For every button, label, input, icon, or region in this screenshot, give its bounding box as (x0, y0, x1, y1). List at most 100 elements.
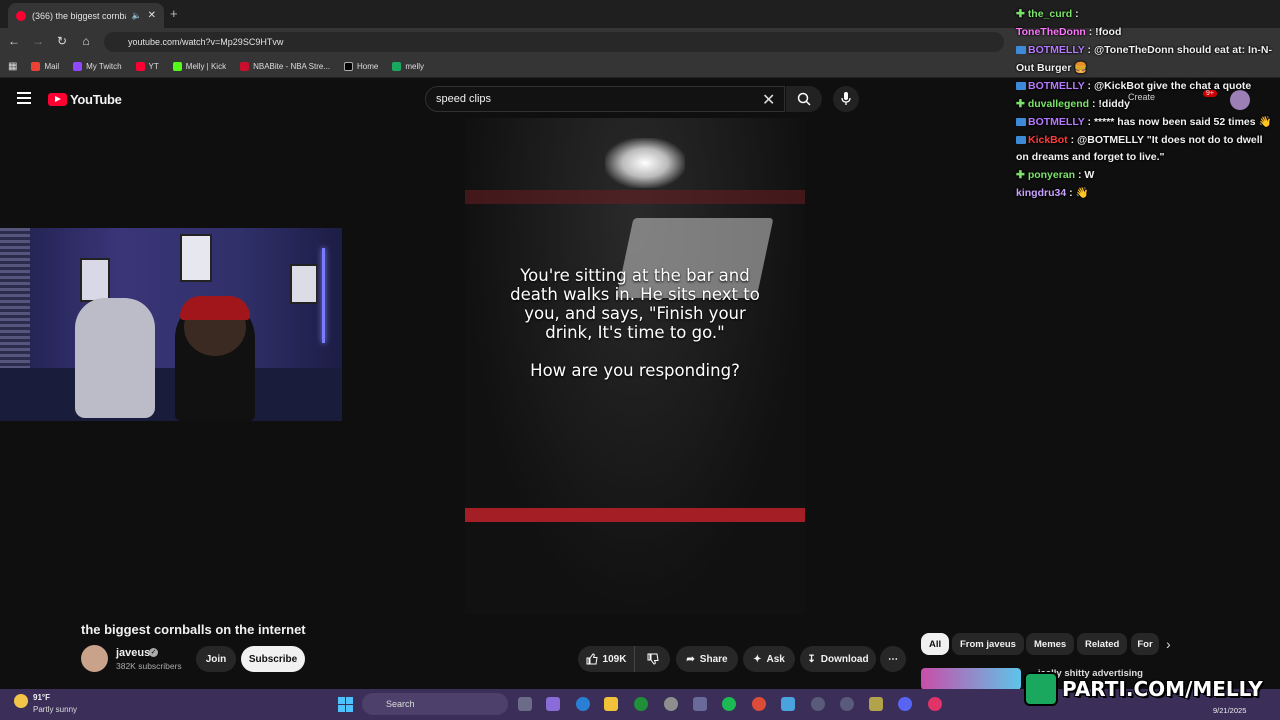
address-bar[interactable]: youtube.com/watch?v=Mp29SC9HTvw (104, 32, 1004, 52)
store-icon[interactable] (693, 697, 707, 711)
chat-username[interactable]: BOTMELLY (1028, 80, 1085, 92)
file-explorer-icon[interactable] (604, 697, 618, 711)
chip-for-you[interactable]: For (1131, 633, 1159, 655)
wall-poster (80, 258, 110, 302)
new-tab-button[interactable]: + (170, 6, 178, 21)
search-button[interactable] (786, 86, 822, 112)
media-player-icon[interactable] (811, 697, 825, 711)
bookmark-mail[interactable]: Mail (31, 62, 59, 71)
chip-from-channel[interactable]: From javeus (952, 633, 1024, 655)
plus-badge-icon: ✚ (1016, 169, 1025, 181)
voice-search-button[interactable] (833, 86, 859, 112)
chevron-right-icon[interactable]: › (1166, 636, 1171, 652)
taskbar-search[interactable]: Search (362, 693, 508, 715)
chat-username[interactable]: BOTMELLY (1028, 44, 1085, 56)
bot-badge-icon (1016, 46, 1026, 55)
weather-temperature: 91°F (33, 693, 50, 702)
chip-memes[interactable]: Memes (1026, 633, 1075, 655)
task-view-icon[interactable] (518, 697, 532, 711)
download-icon: ↧ (807, 653, 816, 665)
bot-badge-icon (1016, 81, 1026, 90)
chat-text: W (1084, 169, 1095, 181)
verified-icon: ✓ (149, 648, 158, 657)
chat-username[interactable]: the_curd (1028, 8, 1072, 20)
chip-related[interactable]: Related (1077, 633, 1128, 655)
tab-title: (366) the biggest cornballs (32, 10, 126, 21)
chat-username[interactable]: ToneTheDonn (1016, 26, 1086, 38)
app-icon[interactable] (869, 697, 883, 711)
close-tab-icon[interactable]: ✕ (148, 10, 156, 21)
speaker-icon[interactable]: 🔈 (132, 11, 142, 20)
ad-thumbnail[interactable] (921, 668, 1021, 690)
like-button[interactable]: 109K (578, 646, 634, 672)
forward-icon[interactable]: → (30, 34, 46, 48)
youtube-play-icon (48, 93, 67, 106)
dislike-button[interactable] (634, 646, 670, 672)
chat-message: ✚ duvallegend : !diddy (1016, 96, 1278, 114)
chrome-icon[interactable] (752, 697, 766, 711)
bookmark-home[interactable]: Home (344, 62, 378, 71)
subscribe-button[interactable]: Subscribe (241, 646, 305, 672)
gmail-icon (31, 62, 41, 71)
chat-username[interactable]: ponyeran (1028, 169, 1075, 181)
bookmark-nbabite[interactable]: NBABite - NBA Stre... (240, 62, 330, 71)
plus-badge-icon: ✚ (1016, 97, 1025, 110)
chat-separator: : (1085, 26, 1096, 38)
video-bar-rail (465, 190, 805, 204)
clear-search-icon[interactable]: ✕ (762, 90, 775, 110)
browser-tab[interactable]: (366) the biggest cornballs 🔈 ✕ (8, 3, 164, 28)
youtube-logo[interactable]: YouTube (48, 92, 122, 107)
chat-message: KickBot : @BOTMELLY "It does not do to d… (1016, 132, 1278, 167)
ask-button[interactable]: ✦ Ask (743, 646, 795, 672)
join-button[interactable]: Join (196, 646, 236, 672)
wall-poster (180, 234, 212, 282)
chat-username[interactable]: KickBot (1028, 134, 1068, 146)
parti-watermark: PARTI.COM/MELLY (1024, 672, 1263, 706)
twitch-icon (73, 62, 83, 71)
weather-icon[interactable] (14, 694, 28, 708)
discord-icon[interactable] (898, 697, 912, 711)
location-app-icon[interactable] (928, 697, 942, 711)
menu-icon[interactable] (17, 92, 31, 107)
apps-icon[interactable]: ▦ (8, 61, 17, 72)
chat-username[interactable]: duvallegend (1028, 98, 1089, 110)
bookmark-melly[interactable]: melly (392, 62, 424, 71)
chat-message: ToneTheDonn : !food (1016, 24, 1278, 42)
parti-logo-icon (1024, 672, 1058, 706)
plus-badge-icon: ✚ (1016, 8, 1025, 20)
channel-avatar[interactable] (81, 645, 108, 672)
subscriber-count: 382K subscribers (116, 661, 182, 671)
chat-text: !diddy (1098, 97, 1130, 110)
windows-start-icon[interactable] (338, 697, 353, 712)
home-icon[interactable]: ⌂ (78, 34, 94, 48)
back-icon[interactable]: ← (6, 34, 22, 48)
copilot-icon[interactable] (546, 697, 560, 711)
chat-username[interactable]: kingdru34 (1016, 187, 1066, 199)
chip-all[interactable]: All (921, 633, 950, 655)
edge-icon[interactable] (576, 697, 590, 711)
chat-username[interactable]: BOTMELLY (1028, 116, 1085, 128)
photos-icon[interactable] (781, 697, 795, 711)
video-caption: You're sitting at the bar and death walk… (510, 266, 760, 342)
chat-separator: : (1084, 115, 1094, 128)
bookmark-my-twitch[interactable]: My Twitch (73, 62, 122, 71)
channel-name[interactable]: javeus (116, 647, 150, 659)
more-actions-button[interactable]: ⋯ (880, 646, 906, 672)
streamer-webcam (0, 228, 342, 421)
chat-text: ***** has now been said 52 times 👋 (1093, 115, 1272, 128)
bookmark-melly-kick[interactable]: Melly | Kick (172, 62, 226, 71)
settings-icon[interactable] (664, 697, 678, 711)
reload-icon[interactable]: ↻ (54, 34, 70, 48)
bot-badge-icon (1016, 135, 1026, 144)
video-bar-counter (465, 508, 805, 522)
spotify-icon[interactable] (722, 697, 736, 711)
xbox-icon[interactable] (634, 697, 648, 711)
video-player[interactable]: You're sitting at the bar and death walk… (465, 118, 805, 614)
search-input[interactable]: speed clips (425, 86, 785, 112)
download-button[interactable]: ↧ Download (800, 646, 876, 672)
bot-badge-icon (1016, 117, 1026, 126)
bookmark-yt[interactable]: YT (135, 62, 159, 71)
share-button[interactable]: ➦ Share (676, 646, 738, 672)
chat-message: kingdru34 : 👋 (1016, 185, 1278, 203)
app-icon[interactable] (840, 697, 854, 711)
